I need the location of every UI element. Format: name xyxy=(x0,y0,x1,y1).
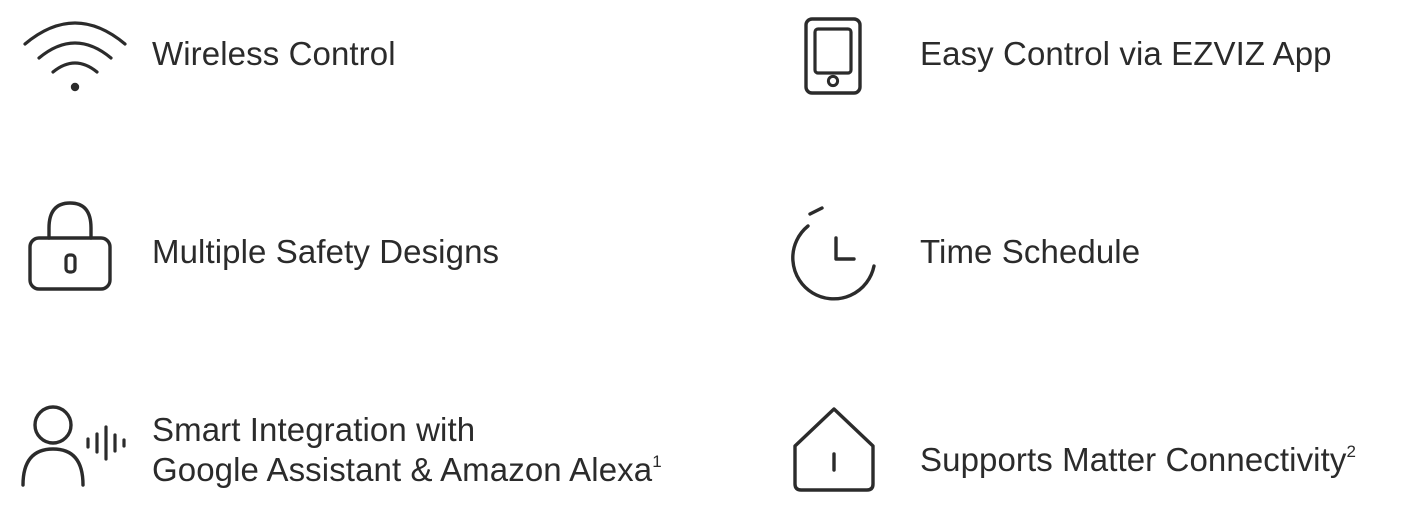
feature-label-smart-integration-text: Google Assistant & Amazon Alexa xyxy=(152,451,653,488)
feature-label-smart-integration-line2: Google Assistant & Amazon Alexa1 xyxy=(152,450,662,490)
voice-user-icon xyxy=(20,405,130,487)
footnote-marker: 2 xyxy=(1346,442,1357,461)
footnote-marker: 1 xyxy=(652,452,662,471)
feature-label-app-control: Easy Control via EZVIZ App xyxy=(920,35,1332,72)
feature-label-smart-integration-line1: Smart Integration with xyxy=(152,411,476,448)
clock-icon xyxy=(788,202,880,301)
house-icon xyxy=(791,406,877,494)
wifi-icon xyxy=(22,16,128,92)
padlock-icon xyxy=(26,200,114,292)
feature-label-time-schedule: Time Schedule xyxy=(920,233,1141,270)
feature-label-smart-integration: Smart Integration with Google Assistant … xyxy=(152,410,662,490)
feature-label-wireless-control: Wireless Control xyxy=(152,35,396,72)
phone-icon xyxy=(804,17,862,95)
feature-label-safety-designs: Multiple Safety Designs xyxy=(152,233,500,270)
feature-label-matter-connectivity: Supports Matter Connectivity2 xyxy=(920,440,1356,480)
feature-label-matter-text: Supports Matter Connectivity xyxy=(920,441,1347,478)
